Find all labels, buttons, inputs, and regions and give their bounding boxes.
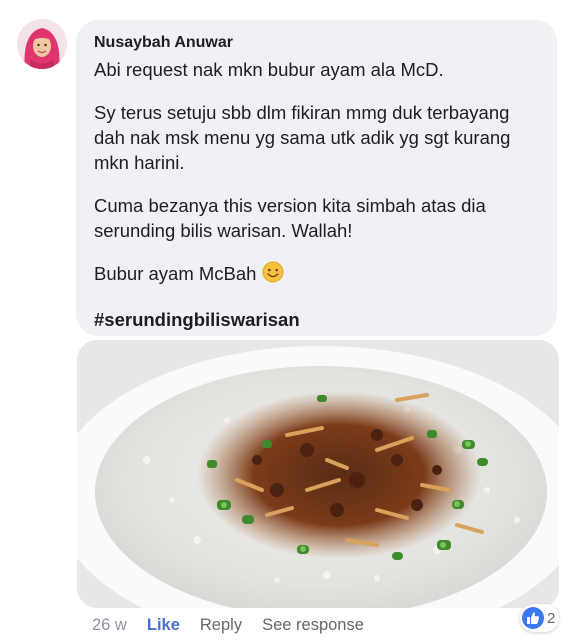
thumbs-up-icon: [522, 607, 544, 629]
like-button[interactable]: Like: [147, 616, 180, 635]
smiling-face-icon: [262, 261, 284, 289]
comment-text: Abi request nak mkn bubur ayam ala McD. …: [94, 57, 541, 332]
comment-author[interactable]: Nusaybah Anuwar: [94, 33, 541, 53]
hashtag-link[interactable]: #serundingbiliswarisan: [94, 307, 541, 332]
comment-paragraph-with-emoji: Bubur ayam McBah: [94, 261, 541, 289]
comment-bubble: Nusaybah Anuwar Abi request nak mkn bubu…: [76, 20, 557, 336]
profile-picture: [17, 19, 67, 69]
porridge-photo: [77, 340, 559, 608]
comment-paragraph: Bubur ayam McBah: [94, 263, 257, 284]
avatar[interactable]: [17, 19, 67, 69]
comment-paragraph: Sy terus setuju sbb dlm fikiran mmg duk …: [94, 102, 511, 173]
comment-paragraph: Cuma bezanya this version kita simbah at…: [94, 195, 486, 241]
timestamp[interactable]: 26 w: [92, 616, 127, 635]
see-response-button[interactable]: See response: [262, 616, 364, 635]
reaction-count: 2: [547, 609, 556, 627]
comment-paragraph: Abi request nak mkn bubur ayam ala McD.: [94, 59, 444, 80]
comment-actions: 26 w Like Reply See response: [92, 613, 384, 637]
reply-button[interactable]: Reply: [200, 616, 242, 635]
reaction-summary[interactable]: 2: [520, 604, 560, 632]
attached-photo[interactable]: [77, 340, 559, 608]
